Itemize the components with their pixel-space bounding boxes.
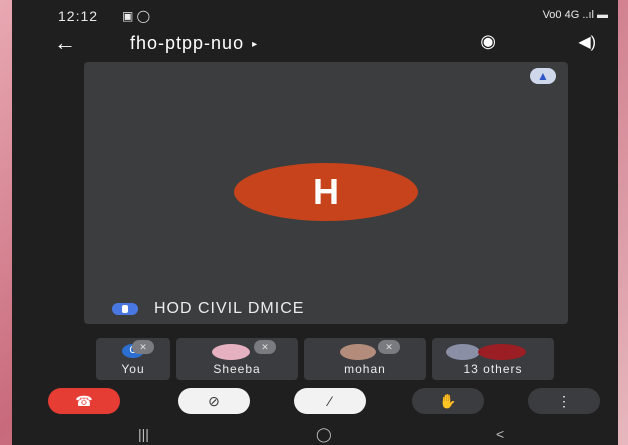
avatar: [478, 344, 526, 360]
nav-back-icon[interactable]: <: [496, 426, 504, 442]
mic-off-icon: ✕: [378, 340, 400, 354]
meeting-code-text: fho-ptpp-nuo: [130, 33, 245, 53]
speaking-indicator-icon: [112, 302, 138, 315]
camera-toggle-button[interactable]: ⊘: [178, 388, 250, 414]
back-arrow-icon[interactable]: ←: [54, 30, 76, 56]
notification-icons: ▣ ◯: [122, 9, 151, 23]
mic-off-icon: ✕: [254, 340, 276, 354]
presenter-avatar: H: [234, 163, 418, 221]
participant-strip: C ✕ You ✕ Sheeba ✕ mohan 13 others: [96, 338, 586, 380]
presenter-label: HOD CIVIL DMICE: [112, 300, 304, 318]
alert-bell-icon[interactable]: ▲: [530, 68, 556, 84]
participant-tile-mohan[interactable]: ✕ mohan: [304, 338, 426, 380]
avatar: [212, 344, 250, 360]
presenter-name: HOD CIVIL DMICE: [154, 300, 305, 317]
signal-battery-icons: Vo0 4G ..ıl ▬: [542, 9, 608, 21]
home-icon[interactable]: ◯: [316, 426, 332, 443]
participant-label: 13 others: [463, 362, 523, 376]
more-options-button[interactable]: ⋮: [528, 388, 600, 414]
meeting-header: ← fho-ptpp-nuo ▸ ◉ ◀): [12, 28, 618, 58]
participant-tile-sheeba[interactable]: ✕ Sheeba: [176, 338, 298, 380]
call-controls: ☎ ⊘ ⁄ ✋ ⋮: [12, 388, 618, 416]
mic-off-icon: ✕: [132, 340, 154, 354]
participant-label: Sheeba: [213, 362, 261, 376]
system-nav-bar: ||| ◯ <: [12, 426, 618, 445]
speaker-icon[interactable]: ◀): [578, 32, 596, 52]
main-video-stage[interactable]: ▲ H HOD CIVIL DMICE: [84, 62, 568, 324]
status-time: 12:12: [58, 8, 99, 24]
switch-camera-icon[interactable]: ◉: [480, 31, 496, 52]
participant-label: You: [121, 362, 145, 376]
caret-right-icon: ▸: [252, 38, 259, 50]
participant-label: mohan: [344, 362, 386, 376]
phone-screen: 12:12 ▣ ◯ Vo0 4G ..ıl ▬ ← fho-ptpp-nuo ▸ …: [12, 0, 618, 445]
avatar: [446, 344, 480, 360]
end-call-button[interactable]: ☎: [48, 388, 120, 414]
meeting-code[interactable]: fho-ptpp-nuo ▸: [130, 33, 258, 54]
mic-toggle-button[interactable]: ⁄: [294, 388, 366, 414]
recent-apps-icon[interactable]: |||: [138, 426, 149, 442]
participant-tile-you[interactable]: C ✕ You: [96, 338, 170, 380]
status-bar: 12:12 ▣ ◯ Vo0 4G ..ıl ▬: [12, 0, 618, 30]
participant-tile-others[interactable]: 13 others: [432, 338, 554, 380]
avatar: [340, 344, 376, 360]
raise-hand-button[interactable]: ✋: [412, 388, 484, 414]
